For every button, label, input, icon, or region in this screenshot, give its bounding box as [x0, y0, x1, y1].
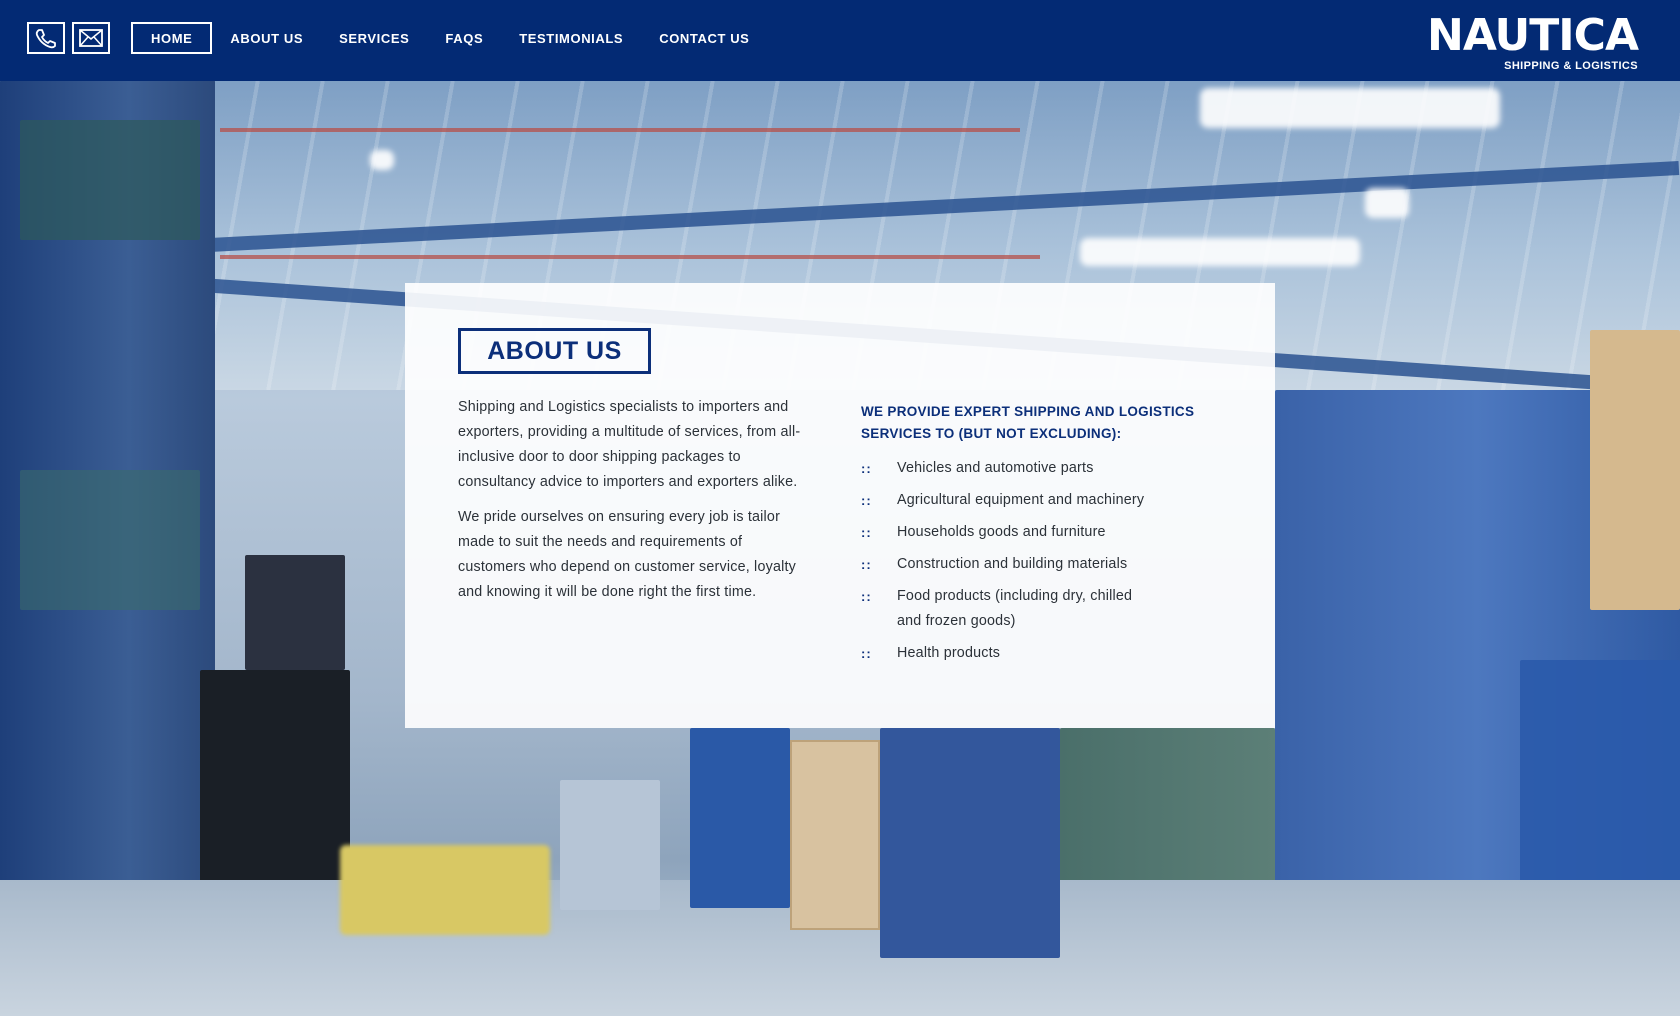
- nav-about-us[interactable]: ABOUT US: [212, 22, 321, 54]
- about-description: Shipping and Logistics specialists to im…: [458, 395, 803, 615]
- bullet-icon: ::: [861, 589, 872, 604]
- ceiling-light: [1200, 88, 1500, 128]
- list-item: :: Food products (including dry, chilled…: [861, 586, 1241, 634]
- aisle-rack: [880, 728, 1060, 958]
- bullet-icon: ::: [861, 493, 872, 508]
- mail-icon-glyph: [79, 29, 103, 47]
- main-nav: HOME ABOUT US SERVICES FAQS TESTIMONIALS…: [131, 22, 767, 54]
- ceiling-rail: [220, 128, 1020, 132]
- aisle-rack: [690, 728, 790, 908]
- list-item: :: Households goods and furniture: [861, 522, 1241, 545]
- about-title: ABOUT US: [458, 328, 651, 374]
- service-label: Health products: [897, 645, 1001, 661]
- logo-wordmark: NAUTICA: [1427, 10, 1639, 61]
- ceiling-rail: [220, 255, 1040, 259]
- ceiling-light: [1080, 238, 1360, 266]
- forklift: [340, 845, 550, 935]
- bullet-icon: ::: [861, 525, 872, 540]
- list-item: :: Construction and building materials: [861, 554, 1241, 577]
- list-item: :: Health products: [861, 643, 1241, 666]
- service-label: Households goods and furniture: [897, 524, 1106, 540]
- service-label: Construction and building materials: [897, 556, 1128, 572]
- site-logo[interactable]: NAUTICA SHIPPING & LOGISTICS: [1427, 10, 1639, 73]
- pallet-box: [20, 120, 200, 240]
- nav-testimonials[interactable]: TESTIMONIALS: [501, 22, 641, 54]
- list-item: :: Agricultural equipment and machinery: [861, 490, 1241, 513]
- service-label: Agricultural equipment and machinery: [897, 492, 1145, 508]
- site-header: HOME ABOUT US SERVICES FAQS TESTIMONIALS…: [0, 0, 1680, 81]
- phone-icon[interactable]: [27, 22, 65, 54]
- service-label: Food products (including dry, chilled an…: [897, 588, 1133, 629]
- pallet-crates: [790, 740, 880, 930]
- ceiling-light: [1365, 188, 1409, 218]
- pallet-box: [20, 470, 200, 610]
- logo-tagline: SHIPPING & LOGISTICS: [1504, 60, 1638, 72]
- nav-faqs[interactable]: FAQS: [427, 22, 501, 54]
- mail-icon[interactable]: [72, 22, 110, 54]
- services-list: :: Vehicles and automotive parts :: Agri…: [861, 458, 1241, 666]
- ceiling-light: [370, 150, 394, 170]
- cardboard-stack: [1590, 330, 1680, 610]
- about-paragraph: We pride ourselves on ensuring every job…: [458, 509, 796, 600]
- nav-home[interactable]: HOME: [131, 22, 213, 54]
- about-card: ABOUT US Shipping and Logistics speciali…: [405, 283, 1275, 728]
- nav-contact-us[interactable]: CONTACT US: [641, 22, 767, 54]
- nav-services[interactable]: SERVICES: [321, 22, 427, 54]
- list-item: :: Vehicles and automotive parts: [861, 458, 1241, 481]
- aisle-end: [560, 780, 660, 910]
- black-crates: [245, 555, 345, 670]
- services-lead: WE PROVIDE EXPERT SHIPPING AND LOGISTICS…: [861, 404, 1195, 441]
- bullet-icon: ::: [861, 461, 872, 476]
- bullet-icon: ::: [861, 557, 872, 572]
- service-label: Vehicles and automotive parts: [897, 460, 1094, 476]
- bullet-icon: ::: [861, 646, 872, 661]
- services-panel: WE PROVIDE EXPERT SHIPPING AND LOGISTICS…: [861, 401, 1241, 675]
- about-paragraph: Shipping and Logistics specialists to im…: [458, 399, 801, 490]
- phone-icon-glyph: [35, 29, 56, 49]
